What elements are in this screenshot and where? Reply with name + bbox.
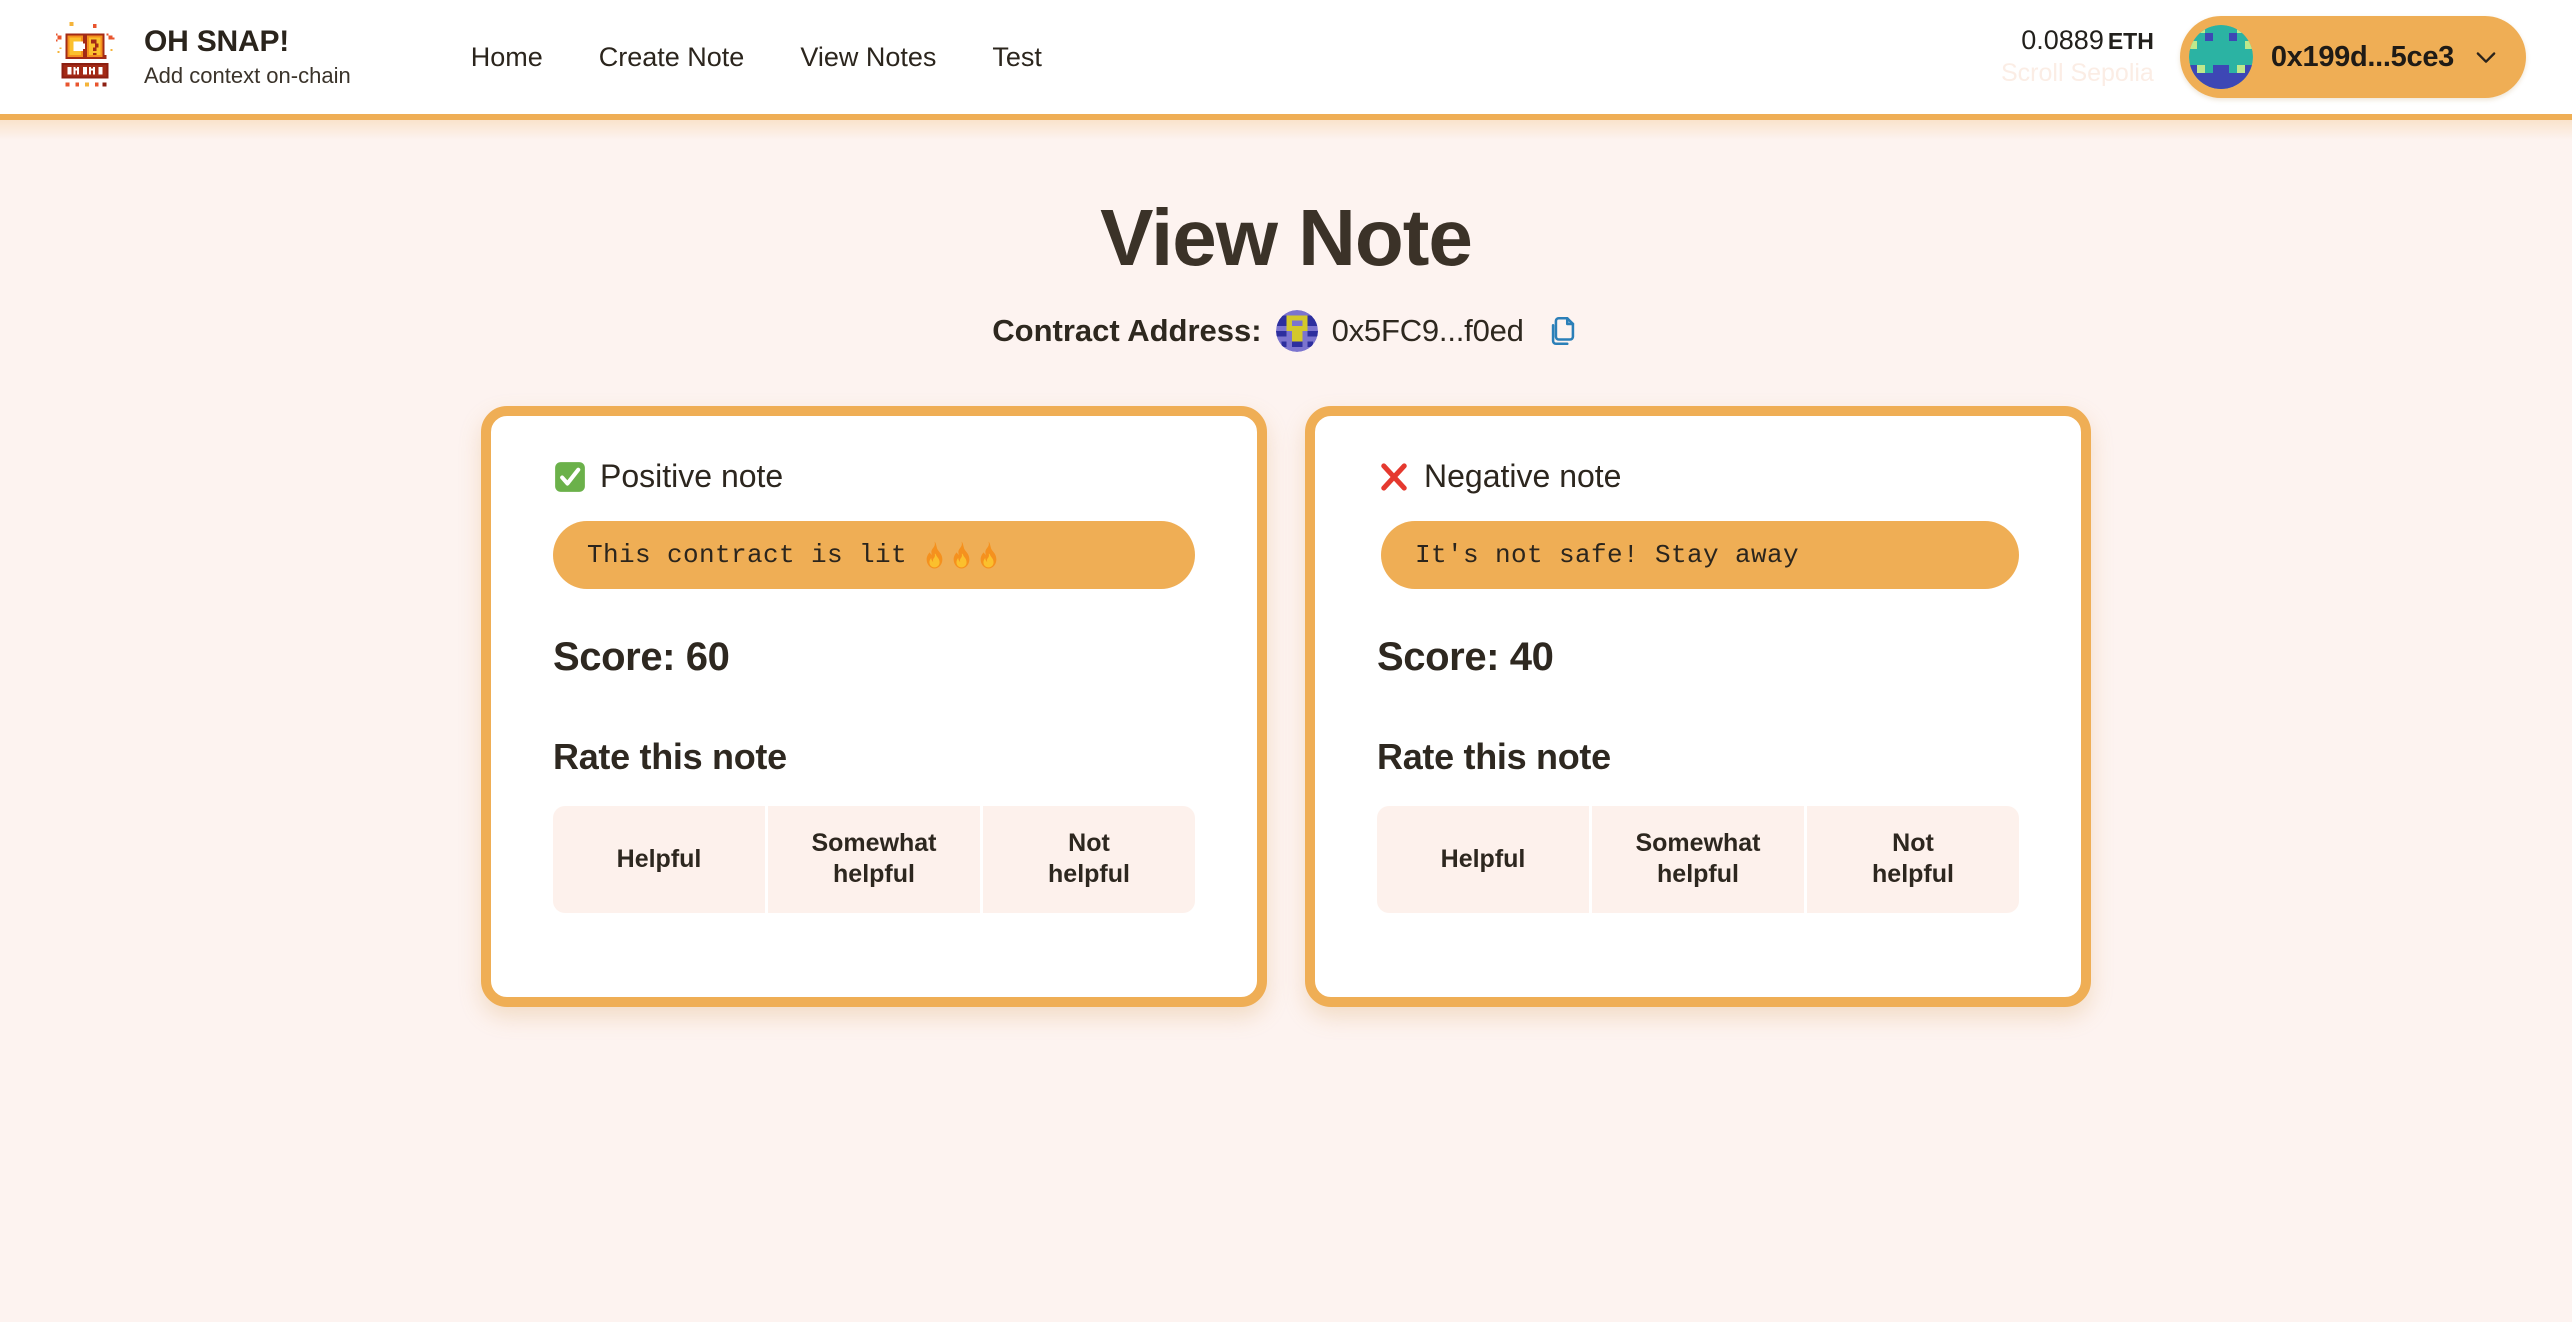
wallet-address-text: 0x199d...5ce3 bbox=[2270, 40, 2454, 73]
rate-somewhat-helpful-button-negative[interactable]: Somewhat helpful bbox=[1592, 806, 1807, 913]
nav-link-create-note[interactable]: Create Note bbox=[571, 32, 773, 83]
wallet-network-name: Scroll Sepolia bbox=[2000, 59, 2154, 88]
cross-mark-icon bbox=[1381, 462, 1407, 491]
contract-address-row: Contract Address: 0x5FC9...f0ed bbox=[0, 310, 2572, 352]
wallet-blockie-avatar-icon bbox=[2188, 25, 2253, 89]
nav-link-view-notes[interactable]: View Notes bbox=[772, 32, 964, 83]
wallet-area: 0.0889 ETH Scroll Sepolia 0x199d...5ce3 bbox=[2001, 16, 2526, 98]
check-mark-button-icon bbox=[555, 461, 585, 492]
copy-contract-address-button[interactable] bbox=[1538, 314, 1580, 348]
main-content: View Note Contract Address: 0x5FC9...f0e… bbox=[0, 120, 2572, 1007]
chevron-down-icon bbox=[2476, 52, 2496, 63]
wallet-balance-amount: 0.0889 bbox=[2021, 25, 2104, 56]
nav-link-test[interactable]: Test bbox=[964, 32, 1070, 83]
note-score-positive: Score: 60 bbox=[553, 635, 730, 679]
brand-title: OH SNAP! bbox=[144, 25, 290, 59]
nav-link-home[interactable]: Home bbox=[443, 32, 571, 83]
fire-icon bbox=[926, 541, 943, 569]
note-card-negative: Negative note It's not safe! Stay away S… bbox=[1305, 406, 2091, 1007]
note-heading-row-positive: Positive note bbox=[553, 458, 1195, 495]
balance-block: 0.0889 ETH Scroll Sepolia bbox=[2001, 26, 2154, 87]
brand-subtitle: Add context on-chain bbox=[144, 62, 351, 88]
note-heading-negative: Negative note bbox=[1424, 458, 1622, 494]
copy-icon bbox=[1551, 316, 1574, 346]
oh-snap-pixel-logo-icon bbox=[46, 18, 124, 96]
brand-text-group: OH SNAP! Add context on-chain bbox=[144, 25, 351, 89]
rate-helpful-button-positive[interactable]: Helpful bbox=[553, 806, 768, 913]
rate-button-group-positive: Helpful Somewhat helpful Not helpful bbox=[553, 806, 1195, 913]
rate-helpful-button-negative[interactable]: Helpful bbox=[1377, 806, 1592, 913]
contract-address-value: 0x5FC9...f0ed bbox=[1331, 313, 1524, 348]
brand-logo-group[interactable]: OH SNAP! Add context on-chain bbox=[46, 18, 351, 96]
wallet-balance-unit: ETH bbox=[2107, 28, 2154, 55]
main-navigation: Home Create Note View Notes Test bbox=[443, 32, 1070, 83]
note-card-positive: Positive note This contract is lit Score… bbox=[481, 406, 1267, 1007]
note-heading-positive: Positive note bbox=[600, 458, 784, 494]
fire-icon bbox=[953, 541, 970, 569]
note-text-pill-negative: It's not safe! Stay away bbox=[1381, 521, 2019, 589]
contract-address-label: Contract Address: bbox=[992, 313, 1262, 348]
notes-card-list: Positive note This contract is lit Score… bbox=[0, 406, 2572, 1007]
rate-somewhat-helpful-button-positive[interactable]: Somewhat helpful bbox=[768, 806, 983, 913]
fire-icon bbox=[980, 541, 997, 569]
app-header: OH SNAP! Add context on-chain Home Creat… bbox=[0, 0, 2572, 140]
rate-section-title-positive: Rate this note bbox=[553, 736, 787, 777]
note-heading-row-negative: Negative note bbox=[1377, 458, 2019, 495]
rate-button-group-negative: Helpful Somewhat helpful Not helpful bbox=[1377, 806, 2019, 913]
contract-blockie-avatar-icon bbox=[1275, 310, 1318, 352]
wallet-balance: 0.0889 ETH bbox=[2021, 26, 2154, 56]
note-text-positive: This contract is lit bbox=[587, 540, 908, 570]
rate-not-helpful-button-negative[interactable]: Not helpful bbox=[1807, 806, 2019, 913]
note-text-negative: It's not safe! Stay away bbox=[1415, 540, 1800, 570]
rate-not-helpful-button-positive[interactable]: Not helpful bbox=[983, 806, 1195, 913]
note-text-pill-positive: This contract is lit bbox=[553, 521, 1195, 589]
note-score-negative: Score: 40 bbox=[1377, 635, 1554, 679]
page-title: View Note bbox=[1100, 193, 1473, 282]
wallet-address-button[interactable]: 0x199d...5ce3 bbox=[2179, 16, 2526, 98]
rate-section-title-negative: Rate this note bbox=[1377, 736, 1611, 777]
fire-emoji-group-positive bbox=[921, 540, 1002, 570]
